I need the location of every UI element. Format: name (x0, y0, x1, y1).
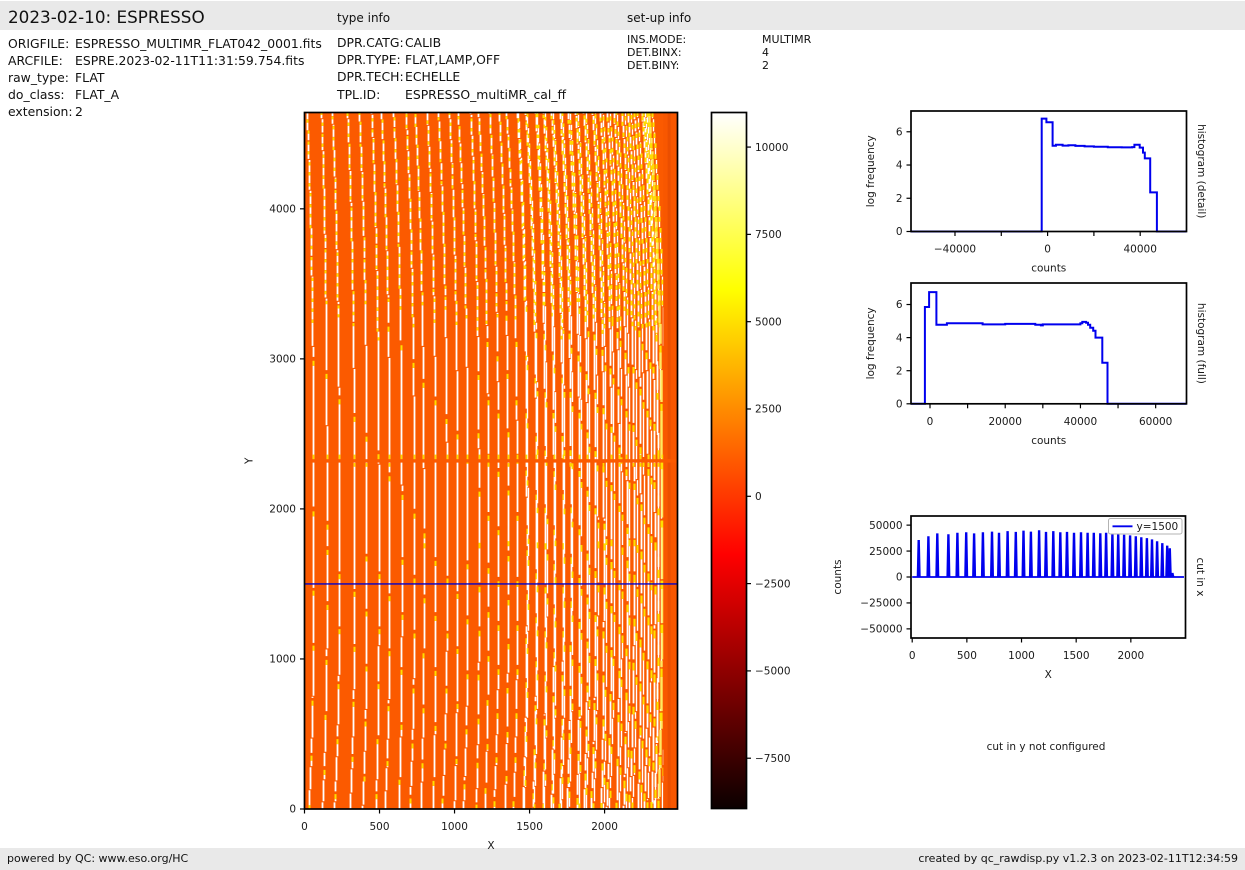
svg-text:0: 0 (896, 572, 903, 584)
svg-text:histogram (full): histogram (full) (1195, 303, 1207, 384)
svg-text:−50000: −50000 (860, 624, 902, 636)
svg-text:60000: 60000 (1139, 416, 1172, 428)
svg-text:histogram (detail): histogram (detail) (1195, 124, 1207, 218)
svg-text:−5000: −5000 (755, 666, 791, 678)
svg-text:2: 2 (896, 365, 903, 377)
svg-text:40000: 40000 (1123, 244, 1156, 256)
svg-text:−40000: −40000 (934, 244, 976, 256)
svg-text:0: 0 (1044, 244, 1051, 256)
svg-text:3000: 3000 (269, 354, 296, 366)
svg-text:500: 500 (957, 650, 977, 662)
svg-text:counts: counts (832, 559, 844, 594)
svg-text:−7500: −7500 (755, 753, 791, 765)
svg-text:1000: 1000 (269, 654, 296, 666)
svg-text:2: 2 (896, 193, 903, 205)
svg-text:7500: 7500 (755, 229, 782, 241)
histogram-detail-plot: −40000 0 40000 0 2 4 6 counts log frequency histo… (865, 110, 1207, 275)
svg-text:0: 0 (289, 804, 296, 816)
svg-text:20000: 20000 (989, 416, 1022, 428)
svg-text:0: 0 (896, 399, 903, 411)
svg-text:−25000: −25000 (860, 598, 902, 610)
svg-text:log frequency: log frequency (865, 307, 877, 379)
svg-text:2000: 2000 (591, 821, 618, 833)
histogram-full-plot: 0 20000 40000 60000 0 2 4 6 counts log frequency h… (865, 282, 1207, 447)
svg-text:0: 0 (927, 416, 934, 428)
svg-text:6: 6 (896, 126, 903, 138)
svg-text:cut in x: cut in x (1194, 557, 1206, 596)
svg-text:0: 0 (909, 650, 916, 662)
svg-text:10000: 10000 (755, 142, 788, 154)
svg-text:6: 6 (896, 299, 903, 311)
svg-text:1000: 1000 (1008, 650, 1035, 662)
svg-text:4: 4 (896, 332, 903, 344)
cut-in-y-note-text: cut in y not configured (987, 741, 1106, 753)
svg-text:4000: 4000 (269, 204, 296, 216)
svg-text:X: X (1045, 669, 1052, 681)
svg-text:1000: 1000 (441, 821, 468, 833)
svg-text:counts: counts (1031, 263, 1066, 275)
svg-text:2000: 2000 (269, 504, 296, 516)
qc-report-page: 2023-02-10: ESPRESSO type info set-up in… (0, 0, 1245, 870)
svg-text:2000: 2000 (1117, 650, 1144, 662)
svg-text:Y: Y (244, 457, 256, 465)
legend: y=1500 (1108, 518, 1183, 535)
cut-in-y-note: cut in y not configured (987, 741, 1106, 753)
svg-text:25000: 25000 (869, 546, 902, 558)
svg-text:0: 0 (301, 821, 308, 833)
svg-text:5000: 5000 (755, 316, 782, 328)
svg-text:X: X (487, 840, 494, 852)
svg-text:0: 0 (896, 226, 903, 238)
svg-text:−2500: −2500 (755, 578, 791, 590)
svg-text:500: 500 (369, 821, 389, 833)
svg-text:0: 0 (755, 491, 762, 503)
svg-text:40000: 40000 (1064, 416, 1097, 428)
svg-text:log frequency: log frequency (865, 135, 877, 207)
svg-text:2500: 2500 (755, 404, 782, 416)
svg-text:4: 4 (896, 160, 903, 172)
cut-in-x-plot: 0 500 1000 1500 2000 50000 25000 0 −25000 −50000 X… (832, 515, 1206, 681)
main-image-plot: 0 500 1000 1500 2000 0 1000 2000 3000 4000 X Y (244, 111, 679, 852)
svg-text:1500: 1500 (1063, 650, 1090, 662)
svg-text:1500: 1500 (516, 821, 543, 833)
svg-text:50000: 50000 (869, 520, 902, 532)
legend-label: y=1500 (1137, 521, 1179, 533)
plots-canvas: 0 500 1000 1500 200001000200030004000XY 1000… (244, 110, 1207, 852)
colorbar: 10000 7500 5000 2500 0 −2500 −5000 −7500 (710, 111, 791, 810)
svg-text:counts: counts (1031, 435, 1066, 447)
